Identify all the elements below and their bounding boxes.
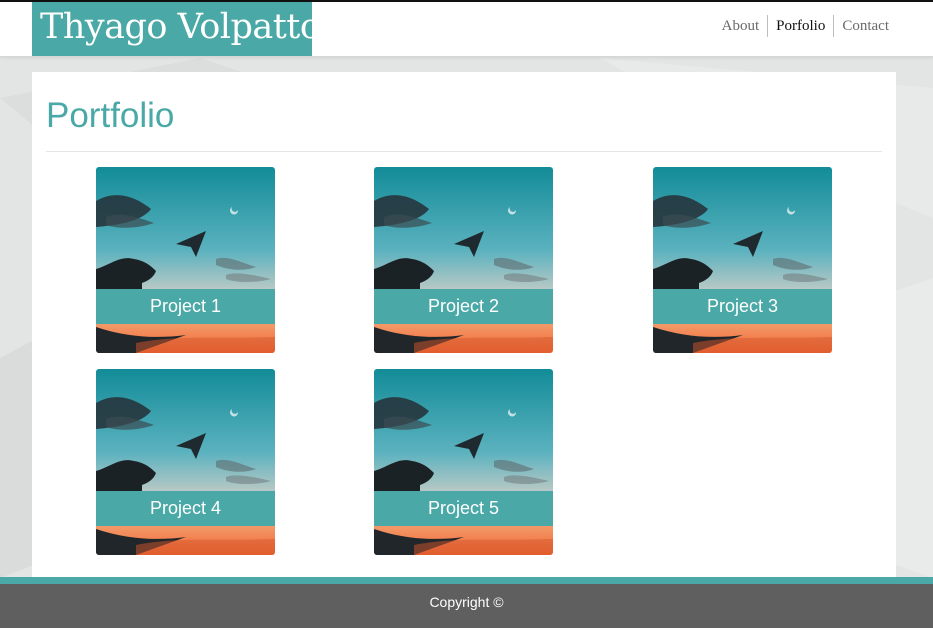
- project-label: Project 4: [96, 491, 275, 526]
- project-label: Project 3: [653, 289, 832, 324]
- project-label: Project 5: [374, 491, 553, 526]
- project-thumbnail: [374, 369, 553, 555]
- copyright-text: Copyright ©: [429, 594, 504, 610]
- nav-contact[interactable]: Contact: [833, 15, 897, 37]
- site-logo[interactable]: Thyago Volpatto: [32, 2, 321, 56]
- site-header: Thyago Volpatto About Porfolio Contact: [0, 2, 933, 57]
- page-title: Portfolio: [46, 96, 175, 135]
- project-card[interactable]: Project 5: [374, 369, 553, 555]
- footer-accent-stripe: [0, 577, 933, 584]
- project-thumbnail: [374, 167, 553, 353]
- project-card[interactable]: Project 4: [96, 369, 275, 555]
- site-footer: Copyright ©: [0, 584, 933, 628]
- title-divider: [46, 151, 882, 152]
- project-card[interactable]: Project 2: [374, 167, 553, 353]
- main-nav: About Porfolio Contact: [714, 15, 897, 37]
- project-card[interactable]: Project 3: [653, 167, 832, 353]
- nav-portfolio[interactable]: Porfolio: [767, 15, 833, 37]
- project-label: Project 1: [96, 289, 275, 324]
- project-label: Project 2: [374, 289, 553, 324]
- project-thumbnail: [96, 167, 275, 353]
- project-thumbnail: [653, 167, 832, 353]
- nav-about[interactable]: About: [714, 15, 768, 37]
- project-card[interactable]: Project 1: [96, 167, 275, 353]
- content-panel: Portfolio Project 1 Project 2 Project 3 …: [32, 72, 896, 577]
- project-thumbnail: [96, 369, 275, 555]
